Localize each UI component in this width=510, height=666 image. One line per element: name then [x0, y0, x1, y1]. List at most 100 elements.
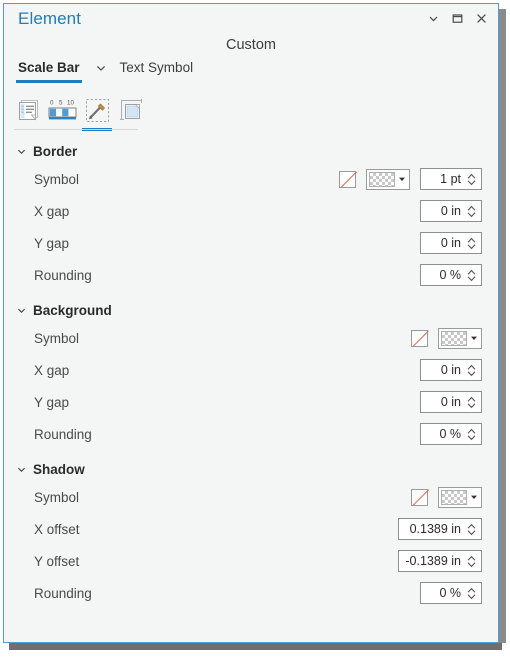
shadow-x-offset-value: 0.1389 in: [409, 522, 461, 536]
stepper-arrows-icon[interactable]: [465, 172, 478, 187]
section-title: Shadow: [33, 461, 85, 477]
section-header-border[interactable]: Border: [4, 139, 498, 163]
chevron-down-icon[interactable]: [467, 329, 481, 348]
border-symbol-input[interactable]: 1 pt: [420, 168, 482, 190]
chevron-down-icon[interactable]: [95, 60, 107, 74]
label-background-rounding: Rounding: [34, 426, 92, 442]
chevron-down-icon[interactable]: [16, 146, 27, 157]
background-x-gap-input[interactable]: 0 in: [420, 359, 482, 381]
tool-scalebar-divisions[interactable]: 0 5 10: [46, 92, 80, 128]
controls-shadow-symbol: [411, 486, 482, 508]
paintbrush-icon: [85, 98, 109, 122]
controls-border-rounding: 0 %: [420, 264, 482, 286]
tab-bar: Scale Bar Text Symbol: [4, 60, 498, 88]
properties-sections: Border Symbol 1 pt X gap 0 in Y gap 0 in Roundi…: [4, 139, 498, 609]
label-shadow-y-offset: Y offset: [34, 553, 80, 569]
window-controls: [422, 8, 492, 28]
section-title: Background: [33, 302, 112, 318]
stepper-arrows-icon[interactable]: [465, 395, 478, 410]
shadow-y-offset-value: -0.1389 in: [405, 554, 461, 568]
checkerboard-swatch-icon: [369, 171, 395, 187]
background-y-gap-value: 0 in: [440, 395, 461, 409]
row-border-rounding: Rounding 0 %: [4, 259, 498, 291]
background-rounding-input[interactable]: 0 %: [420, 423, 482, 445]
border-y-gap-input[interactable]: 0 in: [420, 232, 482, 254]
stepper-arrows-icon[interactable]: [465, 236, 478, 251]
tab-text-symbol[interactable]: Text Symbol: [118, 60, 196, 80]
collapse-button[interactable]: [422, 8, 444, 28]
row-shadow-symbol: Symbol: [4, 481, 498, 513]
controls-border-x-gap: 0 in: [420, 200, 482, 222]
chevron-down-icon[interactable]: [395, 170, 409, 189]
symbol-swatch-dropdown[interactable]: [438, 327, 482, 349]
svg-text:0: 0: [50, 100, 54, 107]
stepper-arrows-icon[interactable]: [465, 427, 478, 442]
svg-text:5: 5: [59, 100, 63, 107]
tab-scale-bar[interactable]: Scale Bar: [16, 60, 82, 83]
row-shadow-y-offset: Y offset -0.1389 in: [4, 545, 498, 577]
checkerboard-swatch-icon: [441, 330, 467, 346]
border-y-gap-value: 0 in: [440, 236, 461, 250]
border-x-gap-input[interactable]: 0 in: [420, 200, 482, 222]
label-border-y-gap: Y gap: [34, 235, 70, 251]
row-background-x-gap: X gap 0 in: [4, 354, 498, 386]
section-header-shadow[interactable]: Shadow: [4, 457, 498, 481]
controls-shadow-y-offset: -0.1389 in: [398, 550, 482, 572]
no-color-icon[interactable]: [339, 170, 356, 188]
panel-title-bar: Element: [4, 4, 498, 34]
label-background-y-gap: Y gap: [34, 394, 70, 410]
stepper-arrows-icon[interactable]: [465, 554, 478, 569]
shadow-rounding-input[interactable]: 0 %: [420, 582, 482, 604]
no-color-icon[interactable]: [411, 329, 428, 347]
tool-symbology[interactable]: [80, 92, 114, 131]
border-rounding-input[interactable]: 0 %: [420, 264, 482, 286]
border-rounding-value: 0 %: [439, 268, 461, 282]
label-border-symbol: Symbol: [34, 171, 80, 187]
checkerboard-swatch-icon: [441, 489, 467, 505]
row-shadow-rounding: Rounding 0 %: [4, 577, 498, 609]
stepper-arrows-icon[interactable]: [465, 204, 478, 219]
stepper-arrows-icon[interactable]: [465, 586, 478, 601]
controls-border-y-gap: 0 in: [420, 232, 482, 254]
background-y-gap-input[interactable]: 0 in: [420, 391, 482, 413]
close-button[interactable]: [470, 8, 492, 28]
stepper-arrows-icon[interactable]: [465, 522, 478, 537]
section-header-background[interactable]: Background: [4, 298, 498, 322]
shadow-y-offset-input[interactable]: -0.1389 in: [398, 550, 482, 572]
controls-background-y-gap: 0 in: [420, 391, 482, 413]
background-rounding-value: 0 %: [439, 427, 461, 441]
controls-shadow-rounding: 0 %: [420, 582, 482, 604]
row-border-symbol: Symbol 1 pt: [4, 163, 498, 195]
stepper-arrows-icon[interactable]: [465, 363, 478, 378]
row-border-x-gap: X gap 0 in: [4, 195, 498, 227]
svg-text:10: 10: [67, 100, 74, 107]
label-border-x-gap: X gap: [34, 203, 70, 219]
properties-icon: [18, 99, 38, 121]
panel-drop-shadow-bottom: [9, 640, 502, 650]
no-color-icon[interactable]: [411, 488, 428, 506]
row-background-rounding: Rounding 0 %: [4, 418, 498, 450]
label-background-x-gap: X gap: [34, 362, 70, 378]
border-symbol-value: 1 pt: [440, 172, 461, 186]
controls-background-rounding: 0 %: [420, 423, 482, 445]
chevron-down-icon[interactable]: [16, 464, 27, 475]
row-background-y-gap: Y gap 0 in: [4, 386, 498, 418]
controls-shadow-x-offset: 0.1389 in: [398, 518, 482, 540]
maximize-button[interactable]: [446, 8, 468, 28]
shadow-rounding-value: 0 %: [439, 586, 461, 600]
page-layout-icon: [119, 98, 142, 120]
tool-properties[interactable]: [12, 92, 46, 128]
chevron-down-icon[interactable]: [16, 305, 27, 316]
toolbar-divider: [14, 129, 138, 130]
symbol-swatch-dropdown[interactable]: [366, 168, 410, 190]
tool-display[interactable]: [114, 92, 148, 128]
shadow-x-offset-input[interactable]: 0.1389 in: [398, 518, 482, 540]
background-x-gap-value: 0 in: [440, 363, 461, 377]
label-background-symbol: Symbol: [34, 330, 80, 346]
stepper-arrows-icon[interactable]: [465, 268, 478, 283]
chevron-down-icon[interactable]: [467, 488, 481, 507]
row-background-symbol: Symbol: [4, 322, 498, 354]
symbol-swatch-dropdown[interactable]: [438, 486, 482, 508]
row-shadow-x-offset: X offset 0.1389 in: [4, 513, 498, 545]
panel-drop-shadow-right: [499, 9, 506, 643]
